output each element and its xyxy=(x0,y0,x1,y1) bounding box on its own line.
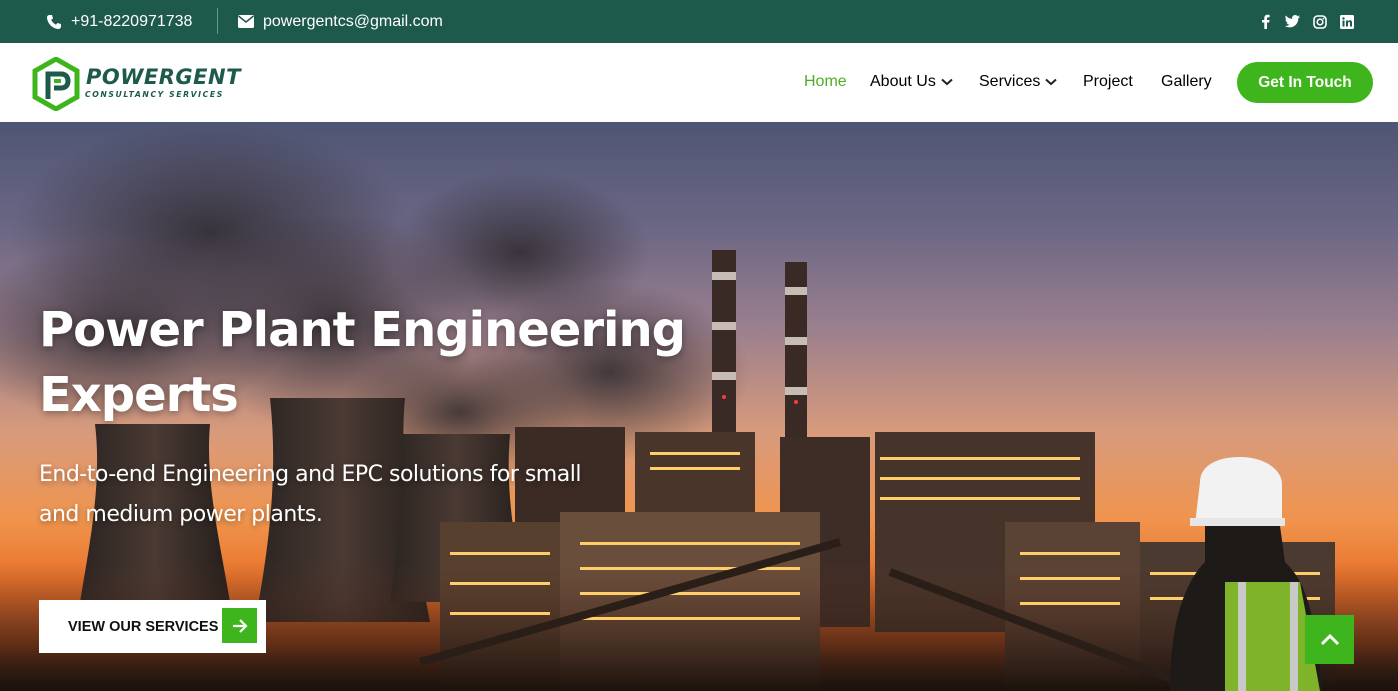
nav-label: Gallery xyxy=(1161,73,1212,90)
nav-item-project[interactable]: Project xyxy=(1083,73,1133,91)
top-contact-bar: +91-8220971738 powergentcs@gmail.com xyxy=(0,0,1398,43)
get-in-touch-button[interactable]: Get In Touch xyxy=(1237,62,1373,103)
nav-item-home[interactable]: Home xyxy=(804,73,847,91)
instagram-icon[interactable] xyxy=(1312,14,1327,29)
logo-mark-icon xyxy=(32,57,80,111)
email-contact[interactable]: powergentcs@gmail.com xyxy=(238,0,443,43)
envelope-icon xyxy=(238,15,254,28)
hero-subtitle: End-to-end Engineering and EPC solutions… xyxy=(39,462,581,527)
chevron-down-icon xyxy=(941,78,953,86)
social-links xyxy=(1258,0,1354,43)
brand-tagline: CONSULTANCY SERVICES xyxy=(85,90,224,99)
nav-item-gallery[interactable]: Gallery xyxy=(1161,73,1212,91)
twitter-icon[interactable] xyxy=(1285,14,1300,29)
nav-label: Services xyxy=(979,73,1041,90)
hero-title: Power Plant Engineering Experts xyxy=(39,302,686,423)
chevron-down-icon xyxy=(1045,78,1058,86)
phone-contact[interactable]: +91-8220971738 xyxy=(46,0,192,43)
chevron-up-icon xyxy=(1320,633,1339,645)
linkedin-icon[interactable] xyxy=(1339,14,1354,29)
scroll-to-top-button[interactable] xyxy=(1305,615,1354,664)
phone-icon xyxy=(47,14,61,29)
hero-section: Power Plant Engineering Experts End-to-e… xyxy=(0,122,1398,691)
nav-item-services[interactable]: Services xyxy=(979,73,1058,91)
brand-logo[interactable]: POWERGENT CONSULTANCY SERVICES xyxy=(32,56,272,111)
brand-name: POWERGENT xyxy=(86,65,241,89)
site-header: POWERGENT CONSULTANCY SERVICES Home Abou… xyxy=(0,43,1398,122)
nav-item-about-us[interactable]: About Us xyxy=(870,73,953,91)
arrow-right-icon xyxy=(222,608,257,643)
nav-label: About Us xyxy=(870,73,936,90)
nav-label: Home xyxy=(804,73,847,90)
nav-label: Project xyxy=(1083,73,1133,90)
email-address: powergentcs@gmail.com xyxy=(263,12,443,30)
facebook-icon[interactable] xyxy=(1258,14,1273,29)
button-label: VIEW OUR SERVICES xyxy=(68,619,219,635)
phone-number: +91-8220971738 xyxy=(71,12,193,30)
divider xyxy=(217,8,218,34)
view-our-services-button[interactable]: VIEW OUR SERVICES xyxy=(39,600,266,653)
